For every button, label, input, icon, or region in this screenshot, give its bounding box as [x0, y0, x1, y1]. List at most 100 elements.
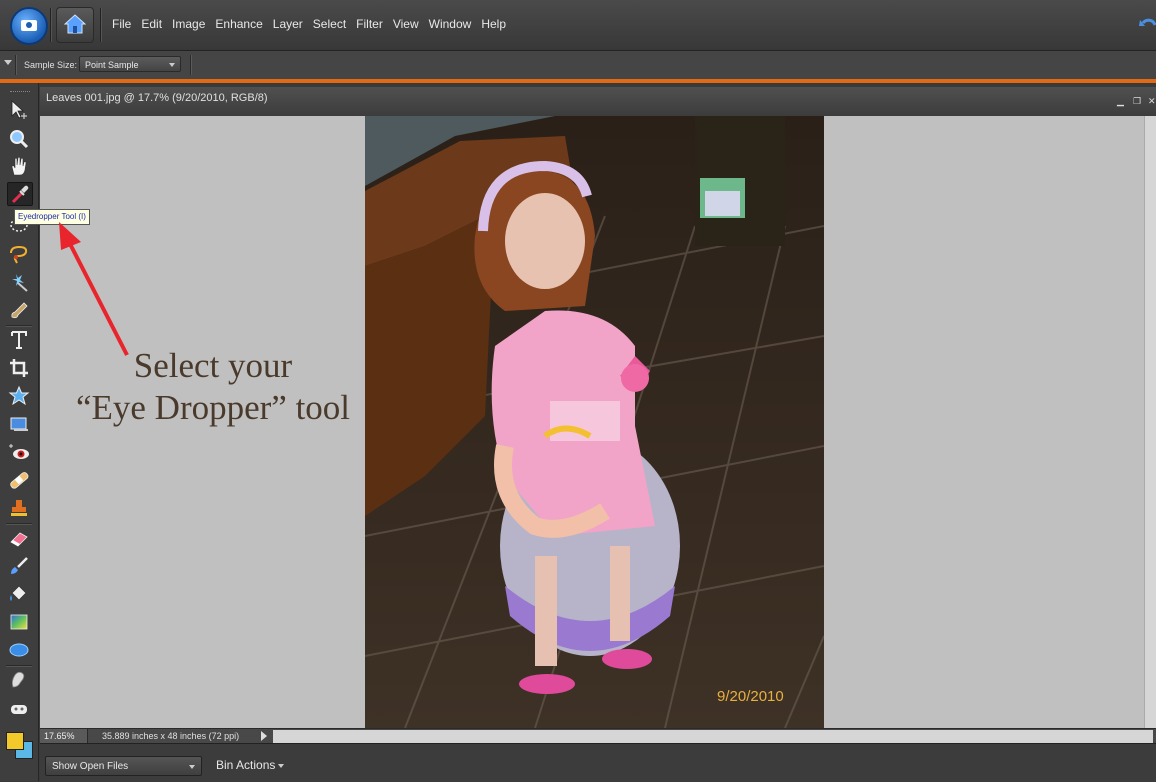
- crop-tool[interactable]: [7, 357, 31, 379]
- instruction-annotation: Select your “Eye Dropper” tool: [58, 345, 368, 429]
- vertical-scrollbar[interactable]: [1144, 116, 1156, 728]
- show-files-value: Show Open Files: [52, 761, 129, 772]
- smudge-finger-icon: [11, 671, 25, 688]
- star-icon: [8, 385, 30, 406]
- menu-select[interactable]: Select: [313, 17, 346, 31]
- paint-bucket-tool[interactable]: [7, 583, 31, 605]
- close-icon[interactable]: ✕: [1148, 96, 1156, 107]
- restore-icon[interactable]: ❐: [1133, 96, 1141, 107]
- straighten-icon: [10, 417, 28, 431]
- magnifier-icon: [10, 130, 29, 149]
- magic-wand-icon: [12, 274, 28, 292]
- sample-size-select[interactable]: Point Sample: [79, 56, 181, 72]
- show-files-select[interactable]: Show Open Files: [45, 756, 202, 776]
- menu-layer[interactable]: Layer: [273, 17, 303, 31]
- type-tool[interactable]: [7, 329, 31, 351]
- accent-stripe: [0, 79, 1156, 83]
- bin-actions-label: Bin Actions: [216, 758, 276, 772]
- annotation-line-2: “Eye Dropper” tool: [75, 388, 351, 427]
- sample-size-label: Sample Size:: [24, 60, 78, 70]
- ellipse-shape-icon: [9, 643, 29, 657]
- red-eye-tool[interactable]: [7, 441, 31, 463]
- sponge-icon: [11, 705, 27, 714]
- spot-healing-tool[interactable]: [7, 469, 31, 491]
- paintbrush-icon: [11, 557, 28, 574]
- magic-wand-tool[interactable]: [7, 271, 31, 293]
- chevron-down-icon: [169, 63, 175, 67]
- home-button[interactable]: [56, 7, 94, 43]
- gradient-icon: [10, 614, 28, 630]
- straighten-tool[interactable]: [7, 413, 31, 435]
- photo-date-stamp: 9/20/2010: [717, 688, 784, 705]
- brush-tool[interactable]: [7, 555, 31, 577]
- divider: [100, 8, 102, 42]
- annotation-line-1: Select your: [133, 346, 293, 385]
- type-icon: [11, 331, 27, 349]
- divider: [6, 325, 32, 327]
- divider: [50, 8, 52, 42]
- main-menu: File Edit Image Enhance Layer Select Fil…: [112, 17, 516, 31]
- home-icon: [64, 14, 86, 34]
- options-menu-arrow-icon[interactable]: [4, 60, 12, 65]
- chevron-down-icon: [278, 763, 285, 768]
- stamp-icon: [11, 500, 27, 516]
- quick-selection-tool[interactable]: [7, 299, 31, 321]
- menu-filter[interactable]: Filter: [356, 17, 383, 31]
- sponge-tool[interactable]: [7, 697, 31, 719]
- photo-canvas[interactable]: 9/20/2010: [365, 116, 824, 728]
- gradient-tool[interactable]: [7, 611, 31, 633]
- document-size-info: 35.889 inches x 48 inches (72 ppi): [102, 731, 240, 741]
- toolbox: [0, 83, 39, 781]
- clone-stamp-tool[interactable]: [7, 497, 31, 519]
- horizontal-scrollbar[interactable]: [273, 730, 1153, 743]
- tool-options-bar: Sample Size: Point Sample: [0, 51, 1156, 79]
- menu-window[interactable]: Window: [429, 17, 472, 31]
- document-title: Leaves 001.jpg @ 17.7% (9/20/2010, RGB/8…: [46, 92, 268, 104]
- divider: [190, 55, 192, 75]
- blur-tool[interactable]: [7, 669, 31, 691]
- menu-view[interactable]: View: [393, 17, 419, 31]
- eyedropper-tool[interactable]: [7, 182, 33, 206]
- toolbox-grip[interactable]: [10, 91, 30, 94]
- menu-help[interactable]: Help: [481, 17, 506, 31]
- lasso-tool[interactable]: [7, 243, 31, 265]
- menu-edit[interactable]: Edit: [141, 17, 162, 31]
- menu-file[interactable]: File: [112, 17, 131, 31]
- sample-size-value: Point Sample: [85, 60, 139, 70]
- divider: [15, 55, 17, 75]
- move-arrow-icon: [11, 100, 27, 119]
- undo-icon[interactable]: [1138, 16, 1156, 34]
- zoom-level-field[interactable]: 17.65%: [40, 729, 88, 744]
- quick-selection-brush-icon: [11, 302, 28, 319]
- foreground-color-swatch[interactable]: [6, 732, 24, 750]
- menu-bar: File Edit Image Enhance Layer Select Fil…: [0, 0, 1156, 51]
- cookie-cutter-tool[interactable]: [7, 385, 31, 407]
- menu-enhance[interactable]: Enhance: [215, 17, 262, 31]
- zoom-tool[interactable]: [7, 128, 31, 150]
- project-bin-bar: Show Open Files Bin Actions: [40, 743, 1156, 782]
- eraser-icon: [10, 532, 28, 547]
- move-tool[interactable]: [7, 99, 31, 121]
- crop-icon: [10, 359, 28, 377]
- divider: [6, 523, 32, 525]
- lasso-icon: [10, 245, 28, 264]
- paint-bucket-icon: [10, 585, 27, 601]
- eraser-tool[interactable]: [7, 527, 31, 549]
- divider: [6, 665, 32, 667]
- bandage-icon: [10, 472, 29, 489]
- chevron-down-icon: [189, 765, 195, 769]
- hand-tool[interactable]: [7, 155, 31, 177]
- bin-actions-menu[interactable]: Bin Actions: [216, 758, 285, 772]
- app-logo-icon[interactable]: [10, 7, 48, 45]
- photo: 9/20/2010: [365, 116, 824, 728]
- status-menu-arrow-icon[interactable]: [261, 731, 267, 741]
- red-eye-icon: [9, 444, 29, 459]
- menu-image[interactable]: Image: [172, 17, 205, 31]
- hand-icon: [11, 156, 27, 176]
- eyedropper-icon: [11, 185, 29, 204]
- minimize-icon[interactable]: ▁: [1117, 96, 1124, 107]
- document-title-bar[interactable]: Leaves 001.jpg @ 17.7% (9/20/2010, RGB/8…: [40, 87, 1156, 116]
- shape-tool[interactable]: [7, 639, 31, 661]
- status-bar: 17.65% 35.889 inches x 48 inches (72 ppi…: [40, 728, 1156, 744]
- red-arrow-annotation: [59, 222, 129, 356]
